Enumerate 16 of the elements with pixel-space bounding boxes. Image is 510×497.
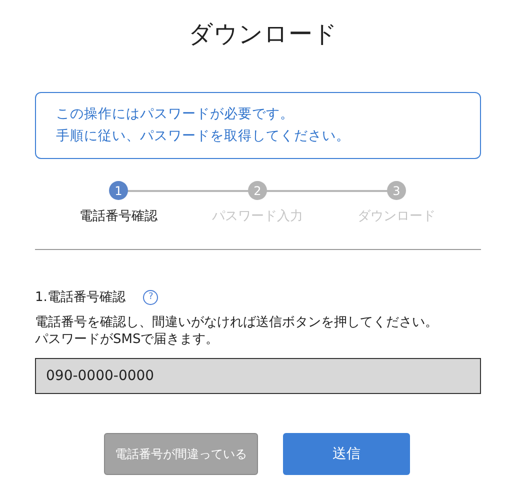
page-title: ダウンロード — [188, 19, 338, 50]
instruction-text: パスワードがSMSで届きます。 — [35, 331, 220, 348]
phone-number-field[interactable]: 090-0000-0000 — [35, 358, 481, 394]
step-label: 電話番号確認 — [80, 208, 158, 225]
step-label: パスワード入力 — [212, 208, 303, 225]
section-heading: 1.電話番号確認 — [35, 289, 126, 306]
step-number: 1 — [109, 181, 128, 200]
notice-text: この操作にはパスワードが必要です。 — [56, 105, 295, 123]
send-button[interactable]: 送信 — [283, 433, 410, 475]
step-label: ダウンロード — [358, 208, 436, 225]
step-number: 3 — [387, 181, 406, 200]
notice-text: 手順に従い、パスワードを取得してください。 — [56, 127, 351, 145]
wrong-number-button[interactable]: 電話番号が間違っている — [104, 433, 258, 475]
step-number: 2 — [248, 181, 267, 200]
instruction-text: 電話番号を確認し、間違いがなければ送信ボタンを押してください。 — [35, 314, 439, 331]
help-icon[interactable]: ? — [143, 290, 158, 304]
